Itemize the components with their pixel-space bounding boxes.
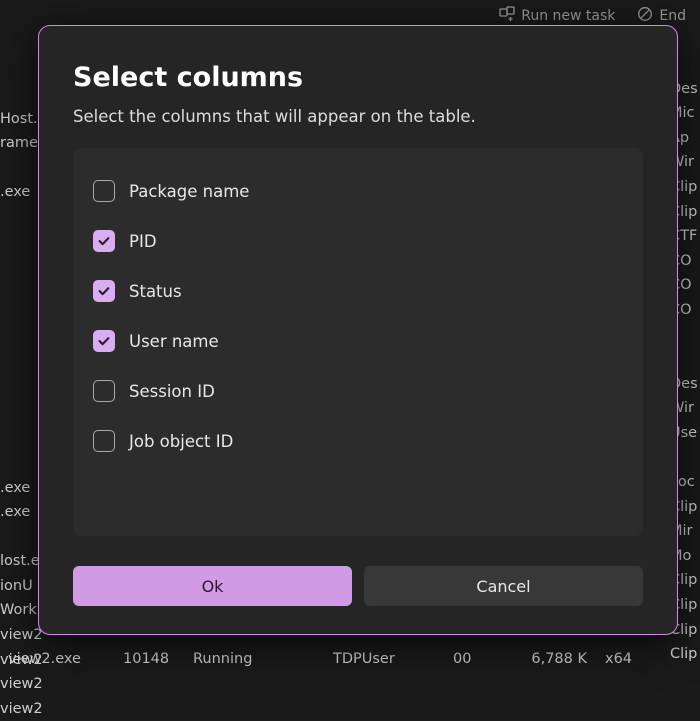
select-columns-dialog: Select columns Select the columns that w… bbox=[38, 25, 678, 635]
option-job-object-id[interactable]: Job object ID bbox=[91, 416, 625, 466]
option-label: Job object ID bbox=[129, 432, 233, 451]
option-user-name[interactable]: User name bbox=[91, 316, 625, 366]
ok-label: Ok bbox=[202, 577, 224, 596]
option-label: PID bbox=[129, 232, 157, 251]
dialog-title: Select columns bbox=[73, 62, 643, 93]
cell-status: Running bbox=[185, 647, 325, 671]
bg-process-table: view2.exe 10148 Running TDPUser 00 6,788… bbox=[0, 647, 700, 671]
bg-left-fragment: view2 bbox=[0, 672, 45, 697]
options-panel: Package name PID Status User name Session ID… bbox=[73, 148, 643, 536]
run-new-task-label: Run new task bbox=[521, 8, 615, 24]
cell-user: TDPUser bbox=[325, 647, 445, 671]
checkbox-package-name[interactable] bbox=[93, 180, 115, 202]
checkbox-session-id[interactable] bbox=[93, 380, 115, 402]
cell-session: 00 bbox=[445, 647, 505, 671]
ok-button[interactable]: Ok bbox=[73, 566, 352, 606]
end-task-icon bbox=[637, 6, 653, 26]
end-task-button[interactable]: End bbox=[637, 6, 686, 26]
cancel-button[interactable]: Cancel bbox=[364, 566, 643, 606]
run-new-task-button[interactable]: Run new task bbox=[499, 6, 615, 26]
cancel-label: Cancel bbox=[476, 577, 530, 596]
cell-memory: 6,788 K bbox=[505, 647, 595, 671]
option-label: Status bbox=[129, 282, 182, 301]
checkbox-user-name[interactable] bbox=[93, 330, 115, 352]
bg-left-fragment: view2 bbox=[0, 697, 45, 721]
option-label: User name bbox=[129, 332, 219, 351]
option-pid[interactable]: PID bbox=[91, 216, 625, 266]
option-package-name[interactable]: Package name bbox=[91, 166, 625, 216]
checkbox-status[interactable] bbox=[93, 280, 115, 302]
option-label: Package name bbox=[129, 182, 249, 201]
option-session-id[interactable]: Session ID bbox=[91, 366, 625, 416]
option-status[interactable]: Status bbox=[91, 266, 625, 316]
dialog-actions: Ok Cancel bbox=[73, 566, 643, 606]
checkbox-job-object-id[interactable] bbox=[93, 430, 115, 452]
run-task-icon bbox=[499, 6, 515, 26]
cell-arch: x64 bbox=[595, 647, 700, 671]
option-label: Session ID bbox=[129, 382, 215, 401]
table-row: view2.exe 10148 Running TDPUser 00 6,788… bbox=[0, 647, 700, 671]
checkbox-pid[interactable] bbox=[93, 230, 115, 252]
cell-pid: 10148 bbox=[115, 647, 185, 671]
end-task-label: End bbox=[659, 8, 686, 24]
dialog-subtitle: Select the columns that will appear on t… bbox=[73, 107, 643, 126]
cell-name: view2.exe bbox=[0, 647, 115, 671]
